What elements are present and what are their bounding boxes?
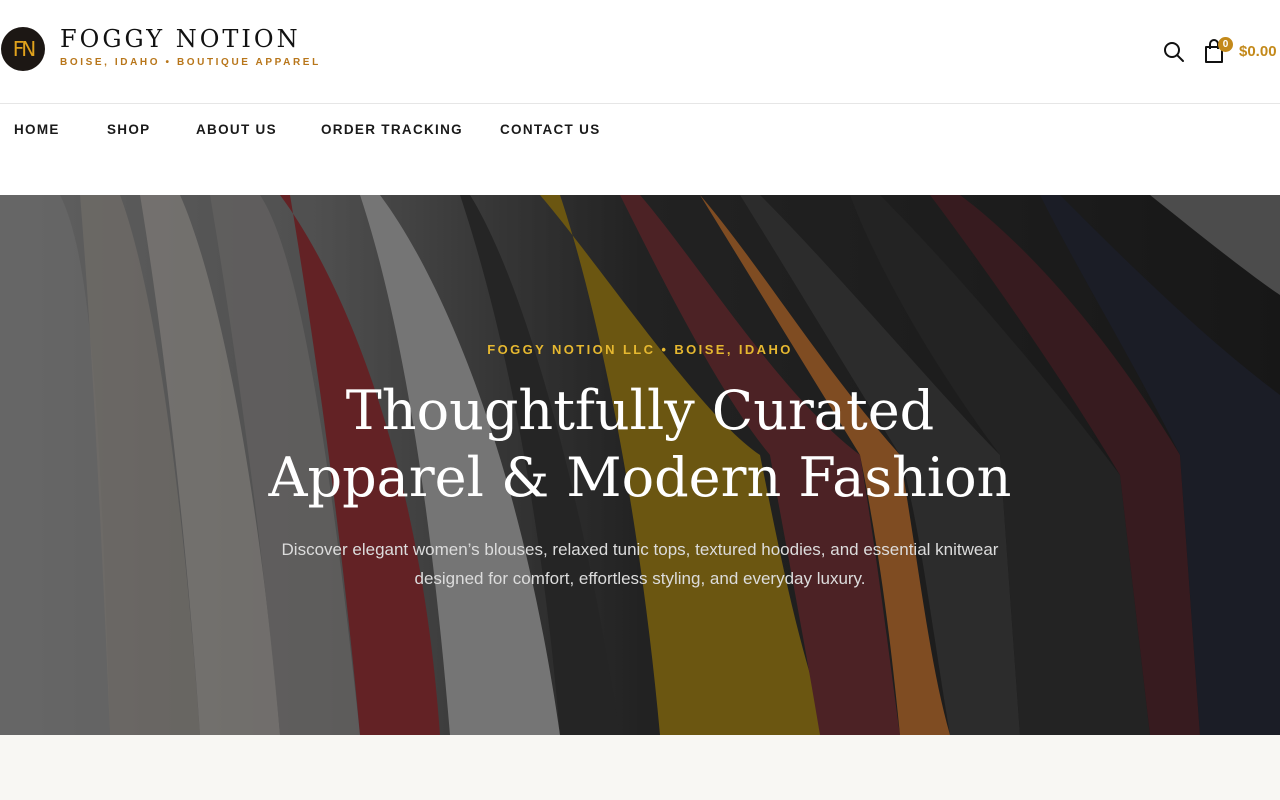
brand-tagline: BOISE, IDAHO • BOUTIQUE APPAREL (60, 57, 321, 68)
nav-contact-us[interactable]: CONTACT US (500, 122, 601, 137)
cart-count-badge: 0 (1218, 37, 1233, 52)
nav-home[interactable]: HOME (14, 122, 60, 137)
nav-order-tracking[interactable]: ORDER TRACKING (321, 122, 463, 137)
search-icon[interactable] (1162, 40, 1186, 64)
nav-about-us[interactable]: ABOUT US (196, 122, 277, 137)
logo-icon[interactable]: FN (1, 27, 45, 71)
next-section (0, 735, 1280, 800)
logo-initials: FN (12, 37, 37, 61)
brand-name[interactable]: FOGGY NOTION (60, 25, 301, 53)
site-header: FN FOGGY NOTION BOISE, IDAHO • BOUTIQUE … (0, 0, 1280, 104)
hero-title: Thoughtfully Curated Apparel & Modern Fa… (268, 379, 1012, 509)
hero-description: Discover elegant women’s blouses, relaxe… (281, 540, 999, 588)
main-nav: HOME SHOP ABOUT US ORDER TRACKING CONTAC… (0, 105, 1280, 195)
cart-total[interactable]: $0.00 (1239, 43, 1277, 60)
hero-eyebrow: FOGGY NOTION LLC • BOISE, IDAHO (487, 342, 793, 357)
nav-shop[interactable]: SHOP (107, 122, 150, 137)
hero-banner: FOGGY NOTION LLC • BOISE, IDAHO Thoughtf… (0, 195, 1280, 735)
